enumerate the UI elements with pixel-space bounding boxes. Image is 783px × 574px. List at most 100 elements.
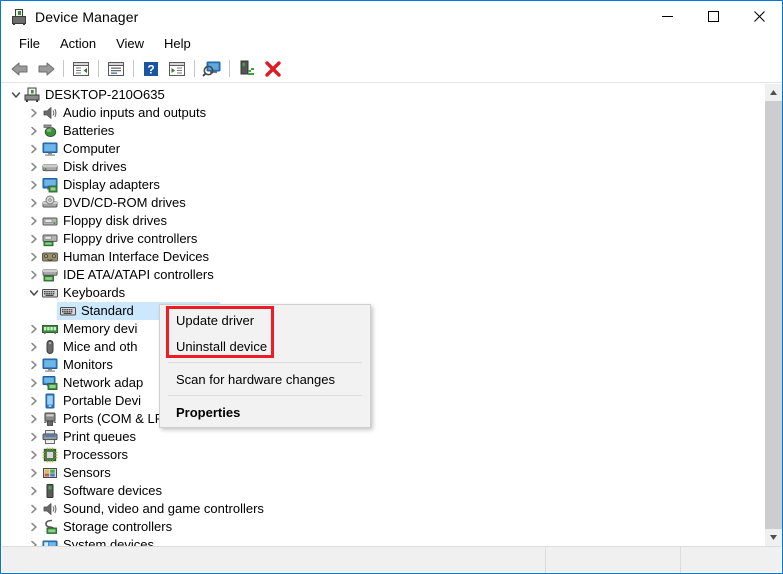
window-title: Device Manager (35, 9, 138, 25)
update-driver-icon[interactable] (164, 57, 190, 81)
menu-bar: File Action View Help (1, 33, 782, 55)
tree-item[interactable]: Batteries (2, 122, 762, 140)
tree-item-label: Storage controllers (63, 518, 172, 536)
context-menu[interactable]: Update driverUninstall device Scan for ha… (159, 304, 371, 428)
floppy-controller-icon (42, 231, 58, 247)
chevron-right-icon[interactable] (26, 122, 42, 140)
chevron-right-icon[interactable] (26, 410, 42, 428)
tree-item[interactable]: Storage controllers (2, 518, 762, 536)
tree-item-label: System devices (63, 536, 154, 546)
tree-item[interactable]: Sensors (2, 464, 762, 482)
tree-item[interactable]: Display adapters (2, 176, 762, 194)
chevron-right-icon[interactable] (26, 140, 42, 158)
chevron-down-icon[interactable] (26, 284, 42, 302)
tree-item-selected[interactable]: Standard (2, 302, 762, 320)
context-menu-item[interactable]: Scan for hardware changes (160, 366, 370, 392)
scrollbar-thumb[interactable] (765, 101, 782, 531)
chevron-right-icon[interactable] (26, 266, 42, 284)
toolbar-separator (98, 60, 99, 77)
chevron-right-icon[interactable] (26, 446, 42, 464)
tree-item-label: Network adap (63, 374, 143, 392)
context-menu-item[interactable]: Properties (160, 399, 370, 425)
chevron-right-icon[interactable] (26, 518, 42, 536)
chevron-right-icon[interactable] (26, 212, 42, 230)
tree-item[interactable]: Software devices (2, 482, 762, 500)
tree-item[interactable]: System devices (2, 536, 762, 546)
menu-file[interactable]: File (9, 34, 50, 54)
context-menu-item[interactable]: Uninstall device (160, 333, 370, 359)
show-hide-console-tree-icon[interactable] (68, 57, 94, 81)
close-button[interactable] (736, 1, 782, 32)
svg-text:?: ? (147, 62, 154, 76)
scroll-down-icon[interactable] (765, 529, 782, 546)
maximize-button[interactable] (690, 1, 736, 32)
status-pane-3 (681, 547, 781, 573)
tree-item[interactable]: Network adap (2, 374, 762, 392)
chevron-right-icon[interactable] (26, 194, 42, 212)
tree-item-label: Audio inputs and outputs (63, 104, 206, 122)
tree-item[interactable]: Keyboards (2, 284, 762, 302)
chevron-right-icon[interactable] (26, 104, 42, 122)
forward-icon[interactable] (33, 57, 59, 81)
chevron-right-icon[interactable] (26, 356, 42, 374)
tree-item[interactable]: IDE ATA/ATAPI controllers (2, 266, 762, 284)
chevron-right-icon[interactable] (26, 320, 42, 338)
tree-item[interactable]: Human Interface Devices (2, 248, 762, 266)
chevron-right-icon[interactable] (26, 338, 42, 356)
scroll-up-icon[interactable] (765, 84, 782, 101)
disk-drive-icon (42, 159, 58, 175)
tree-item-label: DVD/CD-ROM drives (63, 194, 186, 212)
menu-action[interactable]: Action (50, 34, 106, 54)
tree-item[interactable]: Floppy disk drives (2, 212, 762, 230)
menu-view[interactable]: View (106, 34, 154, 54)
chevron-right-icon[interactable] (26, 464, 42, 482)
tree-item[interactable]: Disk drives (2, 158, 762, 176)
device-tree-panel[interactable]: DESKTOP-210O635Audio inputs and outputsB… (2, 84, 781, 546)
tree-item[interactable]: DVD/CD-ROM drives (2, 194, 762, 212)
tree-item[interactable]: DESKTOP-210O635 (2, 86, 762, 104)
tree-item-label: Monitors (63, 356, 113, 374)
tree-item[interactable]: Monitors (2, 356, 762, 374)
portable-device-icon (42, 393, 58, 409)
tree-item[interactable]: Computer (2, 140, 762, 158)
help-icon[interactable]: ? (138, 57, 164, 81)
keyboard-device-icon (60, 303, 76, 319)
chevron-right-icon[interactable] (26, 392, 42, 410)
processor-icon (42, 447, 58, 463)
dvd-drive-icon (42, 195, 58, 211)
disable-device-icon[interactable] (234, 57, 260, 81)
memory-icon (42, 321, 58, 337)
chevron-right-icon[interactable] (26, 482, 42, 500)
chevron-right-icon[interactable] (26, 500, 42, 518)
tree-item[interactable]: Mice and oth (2, 338, 762, 356)
back-icon[interactable] (7, 57, 33, 81)
device-manager-window: Device Manager File Action View Help (0, 0, 783, 574)
tree-item[interactable]: Audio inputs and outputs (2, 104, 762, 122)
context-menu-item[interactable]: Update driver (160, 307, 370, 333)
ide-controller-icon (42, 267, 58, 283)
tree-item[interactable]: Memory devi (2, 320, 762, 338)
minimize-button[interactable] (644, 1, 690, 32)
chevron-right-icon[interactable] (26, 176, 42, 194)
chevron-down-icon[interactable] (8, 86, 24, 104)
chevron-right-icon[interactable] (26, 230, 42, 248)
mouse-icon (42, 339, 58, 355)
tree-item[interactable]: Sound, video and game controllers (2, 500, 762, 518)
tree-item[interactable]: Floppy drive controllers (2, 230, 762, 248)
chevron-right-icon[interactable] (26, 248, 42, 266)
chevron-right-icon[interactable] (26, 428, 42, 446)
tree-item[interactable]: Processors (2, 446, 762, 464)
tree-item[interactable]: Ports (COM & LPT) (2, 410, 762, 428)
vertical-scrollbar[interactable] (764, 84, 781, 546)
toolbar-separator (194, 60, 195, 77)
uninstall-device-icon[interactable] (260, 57, 286, 81)
chevron-right-icon[interactable] (26, 158, 42, 176)
menu-help[interactable]: Help (154, 34, 201, 54)
chevron-right-icon[interactable] (26, 374, 42, 392)
tree-item[interactable]: Print queues (2, 428, 762, 446)
scan-for-hardware-changes-icon[interactable] (199, 57, 225, 81)
chevron-right-icon[interactable] (26, 536, 42, 546)
properties-icon[interactable] (103, 57, 129, 81)
tree-item[interactable]: Portable Devi (2, 392, 762, 410)
tree-item-label: Display adapters (63, 176, 160, 194)
